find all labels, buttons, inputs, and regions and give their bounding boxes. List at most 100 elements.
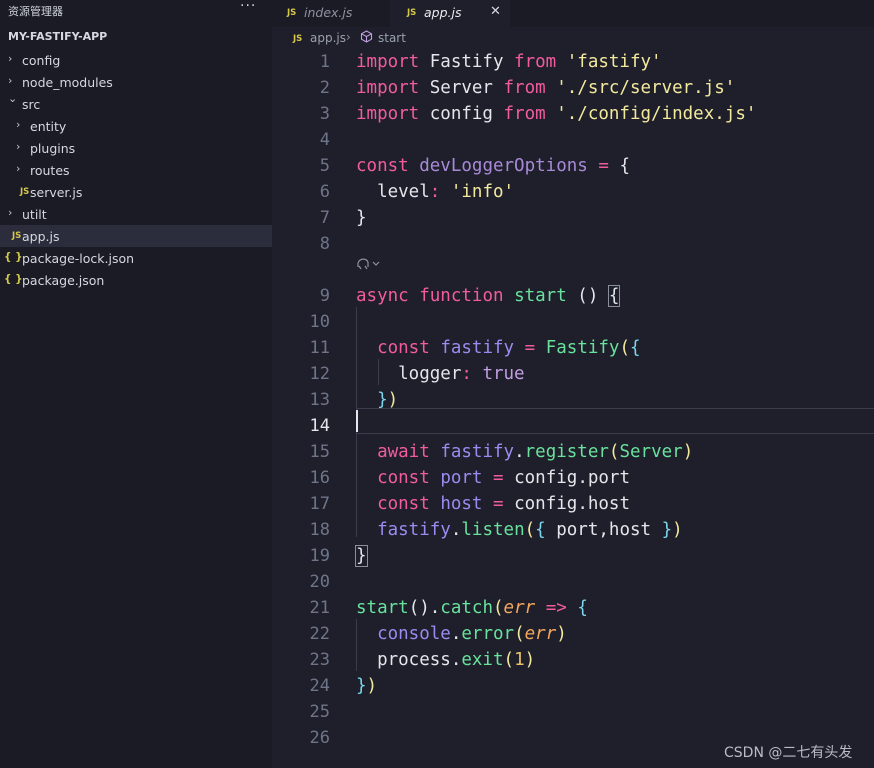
code-token: devLoggerOptions	[419, 156, 588, 176]
tree-item[interactable]: › plugins	[0, 137, 272, 159]
code-token: 'fastify'	[566, 52, 662, 72]
explorer-header: 资源管理器 ···	[0, 0, 272, 22]
code-token: :	[429, 182, 441, 202]
line-number: 19	[309, 546, 330, 566]
code-token: async	[356, 286, 409, 306]
more-actions-icon[interactable]: ···	[240, 0, 256, 14]
tab-app-js[interactable]: JS app.js ✕	[390, 0, 510, 27]
code-token: from	[503, 104, 546, 124]
line-number: 10	[309, 312, 330, 332]
code-token: function	[419, 286, 504, 306]
code-line: level: 'info'	[356, 179, 514, 205]
code-token: port,host	[545, 520, 662, 540]
line-number: 5	[319, 156, 330, 176]
code-line: process.exit(1)	[356, 647, 535, 673]
line-number: 23	[309, 650, 330, 670]
code-token: )	[387, 390, 399, 410]
code-line: async function start () {	[356, 283, 621, 309]
code-token: 1	[514, 650, 525, 670]
code-token: error	[461, 624, 515, 644]
code-token: {	[630, 338, 641, 358]
breadcrumb-separator: ›	[346, 30, 351, 44]
code-token: catch	[440, 598, 493, 618]
code-line: }	[355, 543, 368, 569]
tree-item-label: routes	[30, 163, 70, 178]
tree-item-label: utilt	[22, 207, 47, 222]
tree-item[interactable]: › utilt	[0, 203, 272, 225]
tab-bar: JS index.js JS app.js ✕	[272, 0, 874, 27]
code-token: (	[619, 338, 631, 358]
code-token: port	[440, 468, 483, 488]
breadcrumb-file[interactable]: app.js	[310, 31, 346, 45]
code-token: const	[377, 338, 430, 358]
code-line: const host = config.host	[356, 491, 630, 517]
code-token: }	[377, 390, 388, 410]
line-number: 16	[309, 468, 330, 488]
code-token: start	[514, 286, 567, 306]
tree-item[interactable]: { } package-lock.json	[0, 247, 272, 269]
tree-item-label: entity	[30, 119, 67, 134]
code-line: fastify.listen({ port,host })	[356, 517, 683, 543]
code-token: }	[355, 545, 368, 567]
project-title: MY-FASTIFY-APP	[8, 30, 108, 43]
chevron-right-icon: ›	[16, 162, 21, 175]
chevron-right-icon: ›	[8, 74, 13, 87]
code-line: const devLoggerOptions = {	[356, 153, 630, 179]
tree-item[interactable]: › entity	[0, 115, 272, 137]
code-token: err	[524, 624, 557, 644]
code-token: =>	[545, 598, 567, 618]
code-token: const	[377, 494, 430, 514]
project-folder[interactable]: MY-FASTIFY-APP	[0, 27, 272, 49]
code-token: listen	[461, 520, 525, 540]
tree-item[interactable]: JS app.js	[0, 225, 272, 247]
code-editor[interactable]: 1 2 3 4 5 6 7 8 9 10 11 12 13 14 15 16 17 18 19 20 21 22 23 24 2…	[272, 49, 874, 768]
code-line: }	[356, 205, 367, 231]
code-token: Server	[619, 442, 683, 462]
tree-item-label: app.js	[22, 229, 60, 244]
code-line: await fastify.register(Server)	[356, 439, 693, 465]
tab-index-js[interactable]: JS index.js	[272, 0, 390, 27]
tree-item[interactable]: › node_modules	[0, 71, 272, 93]
breadcrumb: JS app.js › start	[272, 27, 874, 49]
tree-item[interactable]: › routes	[0, 159, 272, 181]
line-number: 9	[319, 286, 330, 306]
code-token: Fastify	[419, 52, 515, 72]
code-token: Server	[419, 78, 504, 98]
code-token: register	[524, 442, 609, 462]
code-token: (	[524, 520, 536, 540]
code-line: import config from './config/index.js'	[356, 101, 756, 127]
code-token: config.port	[503, 468, 630, 488]
code-token: {	[535, 520, 546, 540]
copilot-icon[interactable]	[356, 257, 382, 275]
code-line: console.error(err)	[356, 621, 567, 647]
tree-item-label: package-lock.json	[22, 251, 135, 266]
tree-item[interactable]: JS server.js	[0, 181, 272, 203]
code-token: start	[356, 598, 409, 618]
code-token: =	[524, 338, 536, 358]
code-token: {	[577, 598, 588, 618]
breadcrumb-symbol[interactable]: start	[378, 31, 406, 45]
close-icon[interactable]: ✕	[490, 4, 501, 19]
code-token: (	[492, 598, 504, 618]
tree-item[interactable]: ⌄ src	[0, 92, 272, 115]
line-number: 11	[309, 338, 330, 358]
code-token: =	[598, 156, 609, 176]
tree-item[interactable]: { } package.json	[0, 269, 272, 291]
code-token: err	[503, 598, 536, 618]
code-line: })	[356, 673, 377, 699]
tree-item[interactable]: › config	[0, 49, 272, 71]
